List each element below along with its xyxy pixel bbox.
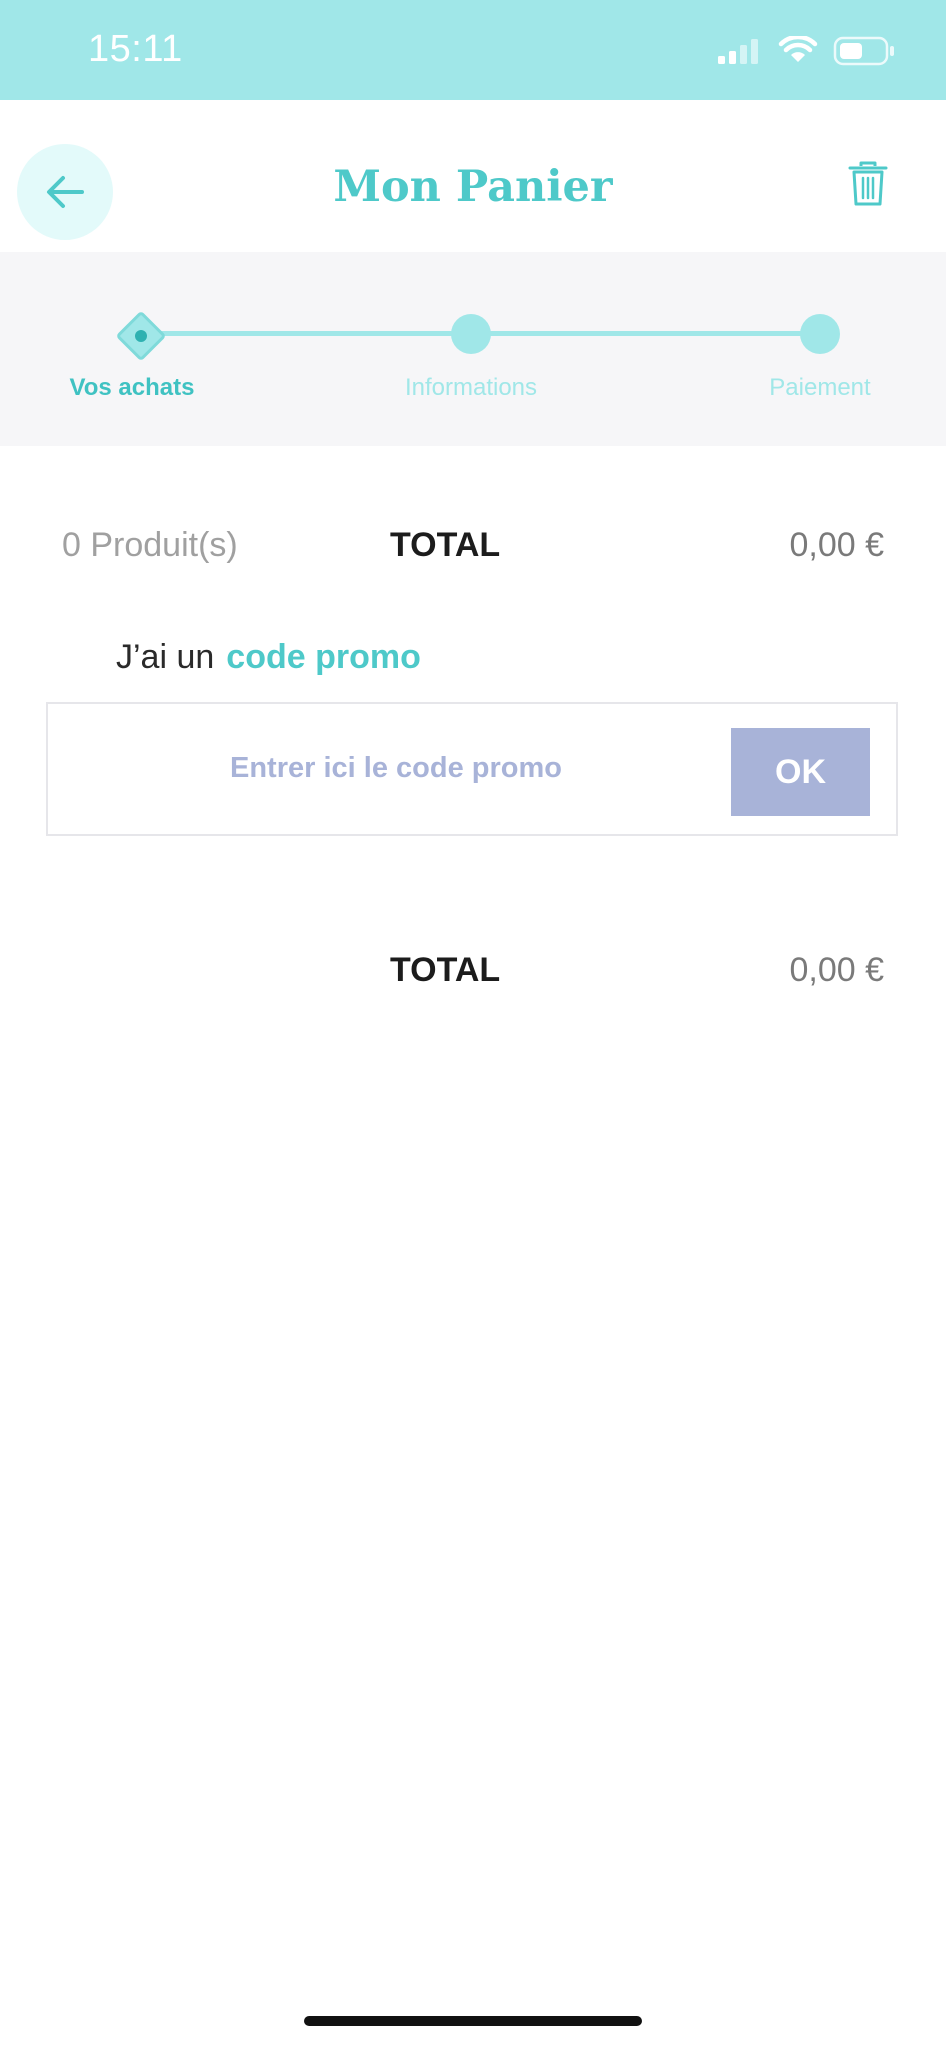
step-marker-informations (451, 314, 491, 354)
summary-total-label: TOTAL (390, 526, 501, 564)
grand-total-value: 0,00 € (789, 951, 884, 989)
promo-ok-button[interactable]: OK (731, 728, 870, 816)
status-bar: 15:11 (0, 0, 946, 100)
step-marker-paiement (800, 314, 840, 354)
promo-prefix: J’ai un (116, 638, 215, 676)
status-time: 15:11 (88, 28, 183, 70)
trash-icon (848, 161, 888, 206)
promo-code-input[interactable] (74, 722, 718, 814)
signal-icon (718, 39, 758, 64)
status-icons (718, 34, 898, 66)
step-label-paiement[interactable]: Paiement (740, 374, 900, 402)
wifi-icon (778, 34, 818, 62)
step-marker-vos-achats (115, 310, 167, 362)
checkout-steps: Vos achats Informations Paiement (0, 252, 946, 446)
clear-cart-button[interactable] (846, 160, 890, 208)
grand-total-row: TOTAL 0,00 € (0, 951, 946, 1011)
promo-heading: J’ai un code promo (116, 638, 421, 677)
step-label-vos-achats[interactable]: Vos achats (52, 374, 212, 402)
step-label-informations[interactable]: Informations (371, 374, 571, 402)
status-icons-svg (718, 34, 894, 66)
summary-total-value: 0,00 € (789, 526, 884, 564)
battery-icon (833, 36, 894, 66)
grand-total-label: TOTAL (390, 951, 501, 989)
app-header: Mon Panier (0, 100, 946, 252)
cart-summary-row: 0 Produit(s) TOTAL 0,00 € (0, 526, 946, 586)
promo-code-box: OK (46, 702, 898, 836)
home-indicator[interactable] (304, 2016, 642, 2026)
product-count: 0 Produit(s) (62, 526, 238, 564)
promo-code-link[interactable]: code promo (226, 638, 421, 676)
page-title: Mon Panier (333, 162, 613, 212)
